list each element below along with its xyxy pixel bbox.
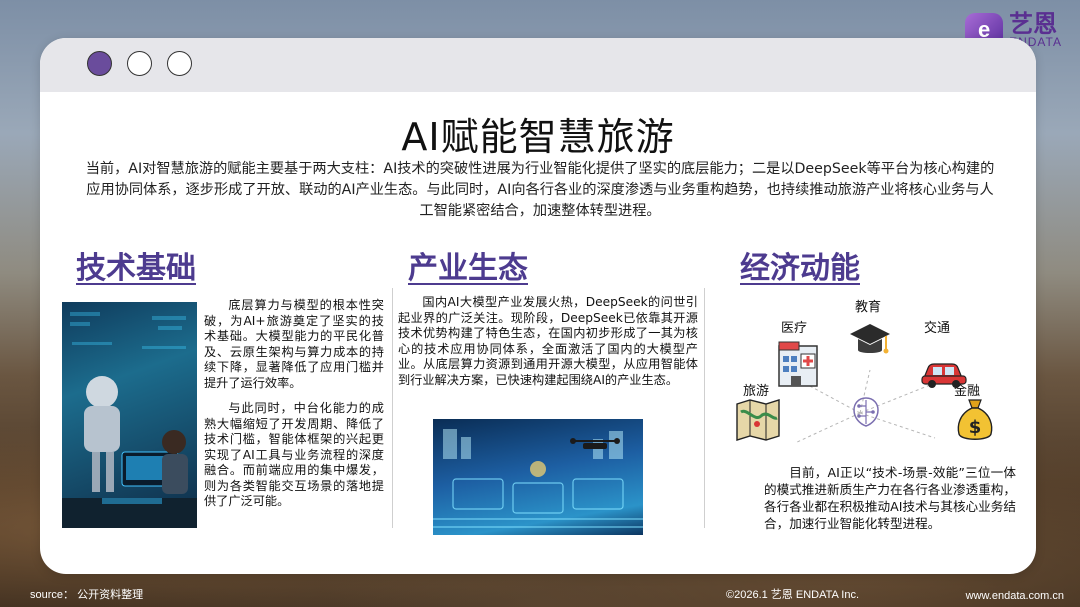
tech-paragraph-1: 底层算力与模型的根本性突破，为AI+旅游奠定了坚实的技术基础。大模型能力的平民化… bbox=[204, 298, 384, 390]
footer-source: source： 公开资料整理 bbox=[30, 589, 144, 601]
hospital-icon bbox=[778, 341, 818, 387]
column-divider bbox=[704, 288, 705, 528]
window-dot bbox=[167, 51, 192, 76]
label-traffic: 交通 bbox=[924, 321, 951, 336]
label-tourism: 旅游 bbox=[743, 384, 770, 399]
tech-text: 底层算力与模型的根本性突破，为AI+旅游奠定了坚实的技术基础。大模型能力的平民化… bbox=[204, 298, 384, 520]
content-card: AI赋能智慧旅游 当前，AI对智慧旅游的赋能主要基于两大支柱：AI技术的突破性进… bbox=[40, 38, 1036, 574]
footer-url[interactable]: www.endata.com.cn bbox=[966, 590, 1064, 602]
ai-brain-icon bbox=[853, 397, 879, 427]
economy-text: 目前，AI正以“技术-场景-效能”三位一体的模式推进新质生产力在各行各业渗透重构… bbox=[764, 465, 1016, 531]
window-dot-active bbox=[87, 51, 112, 76]
heading-economy: 经济动能 bbox=[740, 251, 860, 286]
label-medical: 医疗 bbox=[781, 321, 808, 336]
tech-illustration-image bbox=[62, 302, 197, 528]
page-title: AI赋能智慧旅游 bbox=[401, 115, 675, 159]
column-divider bbox=[392, 288, 393, 528]
intro-paragraph: 当前，AI对智慧旅游的赋能主要基于两大支柱：AI技术的突破性进展为行业智能化提供… bbox=[85, 161, 995, 219]
svg-text:$: $ bbox=[969, 417, 982, 438]
heading-tech: 技术基础 bbox=[76, 251, 196, 286]
tech-paragraph-2: 与此同时，中台化能力的成熟大幅缩短了开发周期、降低了技术门槛，智能体框架的兴起更… bbox=[204, 401, 384, 508]
heading-industry: 产业生态 bbox=[408, 251, 528, 286]
brand-name-cn: 艺恩 bbox=[1009, 10, 1058, 38]
industry-text: 国内AI大模型产业发展火热，DeepSeek的问世引起业界的广泛关注。现阶段，D… bbox=[398, 295, 698, 387]
car-icon bbox=[921, 363, 967, 388]
footer-copyright: ©2026.1 艺恩 ENDATA Inc. bbox=[726, 589, 860, 601]
industry-illustration-image bbox=[433, 419, 643, 535]
label-education: 教育 bbox=[855, 300, 882, 315]
window-dot bbox=[127, 51, 152, 76]
graduation-cap-icon bbox=[850, 324, 890, 354]
money-bag-icon: $ bbox=[957, 399, 993, 440]
card-title-bar bbox=[40, 38, 1036, 92]
map-icon bbox=[736, 399, 780, 441]
